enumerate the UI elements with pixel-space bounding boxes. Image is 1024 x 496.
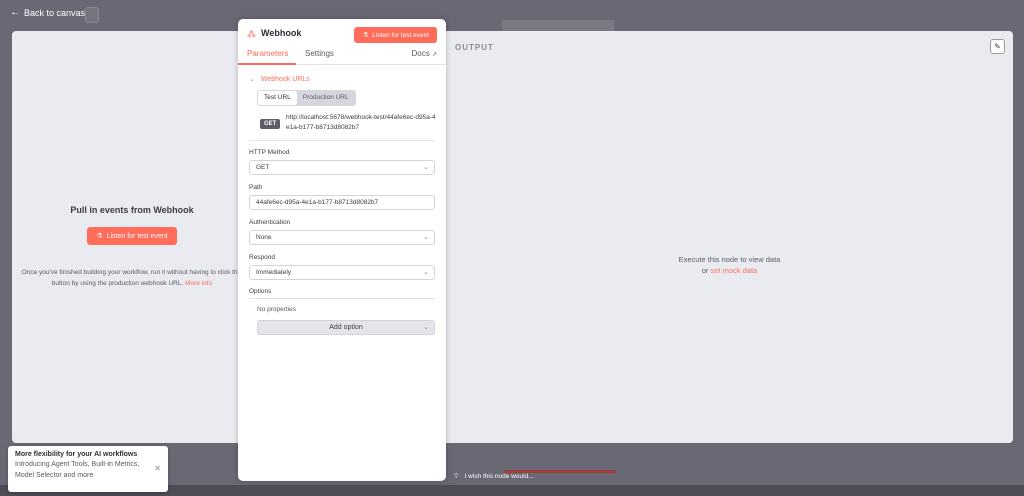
- http-method-label: HTTP Method: [249, 149, 290, 156]
- output-label: OUTPUT: [455, 43, 494, 52]
- close-icon[interactable]: ✕: [154, 464, 161, 473]
- node-settings-panel: ⁂ Webhook ⚗ Listen for test event Parame…: [238, 19, 446, 481]
- node-tabs: Parameters Settings Docs ↗: [238, 47, 446, 65]
- node-listen-button[interactable]: ⚗ Listen for test event: [354, 27, 437, 43]
- webhook-urls-toggle[interactable]: ⌄ Webhook URLs: [249, 75, 310, 84]
- http-method-value: GET: [256, 164, 270, 171]
- divider: [249, 298, 435, 299]
- input-listen-button[interactable]: ⚗ Listen for test event: [87, 227, 177, 245]
- production-url-tab[interactable]: Production URL: [297, 91, 355, 105]
- authentication-value: None: [256, 234, 272, 241]
- node-listen-label: Listen for test event: [372, 31, 429, 39]
- chevron-down-icon: ⌄: [423, 324, 429, 331]
- authentication-label: Authentication: [249, 219, 291, 226]
- output-message-line: Execute this node to view data: [678, 255, 781, 264]
- output-empty-message: Execute this node to view data or set mo…: [446, 254, 1013, 276]
- flask-icon: ⚗: [362, 32, 369, 39]
- active-tab-indicator: [238, 63, 296, 65]
- feedback-bar[interactable]: 💡︎ I wish this node would...: [446, 470, 1013, 483]
- method-badge: GET: [260, 119, 281, 129]
- feedback-text: I wish this node would...: [464, 473, 534, 480]
- toast-title: More flexibility for your AI workflows: [15, 451, 138, 458]
- input-panel-description: Once you've finished building your workf…: [12, 267, 252, 289]
- webhook-icon: ⁂: [247, 29, 256, 39]
- authentication-select[interactable]: None ⌄: [249, 230, 435, 245]
- external-link-icon: ↗: [431, 52, 437, 58]
- more-info-link[interactable]: More info: [185, 280, 212, 287]
- http-method-select[interactable]: GET ⌄: [249, 160, 435, 175]
- tab-parameters[interactable]: Parameters: [247, 49, 288, 58]
- set-mock-data-link[interactable]: set mock data: [711, 266, 758, 275]
- docs-link[interactable]: Docs ↗: [412, 49, 438, 58]
- docs-label: Docs: [411, 49, 430, 58]
- node-header: ⁂ Webhook ⚗ Listen for test event: [238, 19, 446, 47]
- lightbulb-icon: 💡︎: [454, 472, 459, 480]
- announcement-toast[interactable]: More flexibility for your AI workflows I…: [8, 446, 168, 492]
- webhook-urls-label: Webhook URLs: [260, 75, 310, 83]
- webhook-url[interactable]: http://localhost:5678/webhook-test/44afe…: [286, 113, 438, 132]
- chevron-down-icon: ⌄: [423, 269, 429, 276]
- chevron-down-icon: ⌄: [249, 76, 255, 83]
- pencil-icon: ✎: [994, 42, 1001, 51]
- input-listen-label: Listen for test event: [106, 232, 168, 240]
- input-panel-title: Pull in events from Webhook: [70, 205, 194, 215]
- chevron-down-icon: ⌄: [423, 234, 429, 241]
- input-panel: Pull in events from Webhook ⚗ Listen for…: [12, 31, 252, 443]
- top-bar: ← Back to canvas: [0, 0, 1024, 32]
- path-value: 44afe6ec-d95a-4e1a-b177-b8713d8082b7: [256, 199, 379, 206]
- test-url-tab[interactable]: Test URL: [258, 91, 297, 105]
- canvas-control-button[interactable]: [85, 7, 99, 23]
- flask-icon: ⚗: [96, 233, 103, 240]
- output-or-text: or: [701, 266, 709, 275]
- respond-value: Immediately: [256, 269, 292, 276]
- tab-settings[interactable]: Settings: [305, 49, 334, 58]
- node-title[interactable]: Webhook: [261, 28, 301, 38]
- path-input[interactable]: 44afe6ec-d95a-4e1a-b177-b8713d8082b7: [249, 195, 435, 210]
- no-properties-text: No properties: [257, 306, 297, 313]
- back-to-canvas-label: Back to canvas: [24, 7, 86, 18]
- path-label: Path: [249, 184, 263, 191]
- chevron-down-icon: ⌄: [423, 164, 429, 171]
- toast-body: Introducing Agent Tools, Built-in Metric…: [15, 461, 140, 479]
- back-to-canvas-link[interactable]: ← Back to canvas: [10, 7, 85, 18]
- respond-select[interactable]: Immediately ⌄: [249, 265, 435, 280]
- divider: [249, 140, 435, 141]
- options-label: Options: [249, 288, 272, 295]
- output-panel: OUTPUT ✎ Execute this node to view data …: [446, 31, 1013, 443]
- edit-output-button[interactable]: ✎: [990, 39, 1005, 54]
- respond-label: Respond: [249, 254, 276, 261]
- add-option-label: Add option: [329, 324, 363, 331]
- url-type-switch: Test URL Production URL: [257, 90, 356, 106]
- add-option-button[interactable]: Add option ⌄: [257, 320, 435, 335]
- back-arrow-icon: ←: [10, 7, 20, 18]
